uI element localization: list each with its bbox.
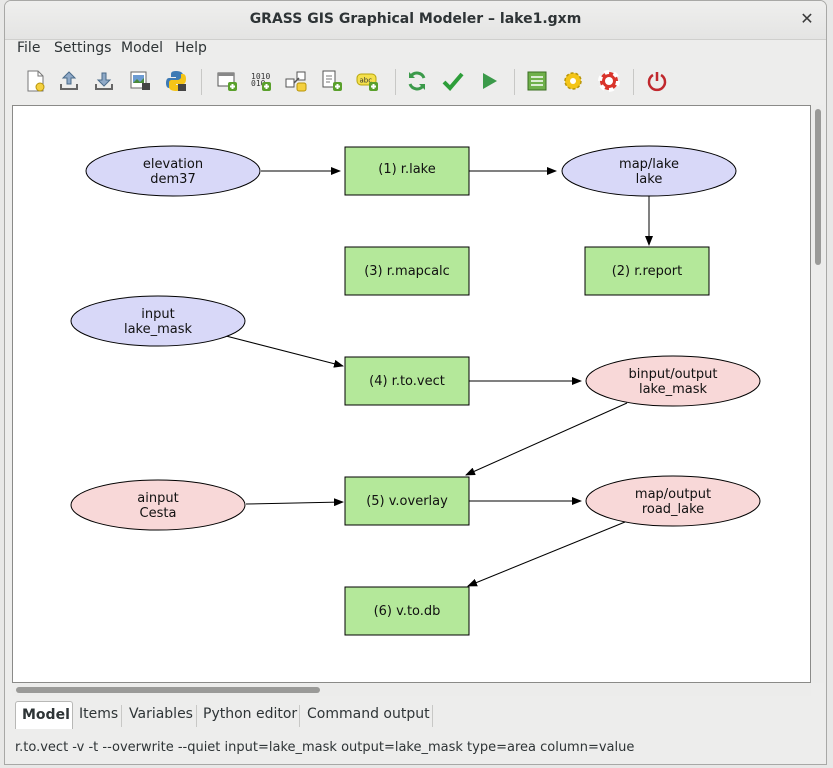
add-data-button[interactable]: 1010 010 <box>247 67 275 95</box>
data-map-lake[interactable]: map/lake lake <box>561 145 737 197</box>
action-r-lake-label: (1) r.lake <box>378 162 435 177</box>
action-r-to-vect-label: (4) r.to.vect <box>369 374 445 389</box>
data-map-lake-name: map/lake <box>619 157 679 172</box>
menu-settings[interactable]: Settings <box>54 40 111 56</box>
modeler-window: GRASS GIS Graphical Modeler – lake1.gxm … <box>4 0 827 765</box>
settings-icon <box>564 72 582 90</box>
horizontal-scrollbar[interactable] <box>12 684 811 696</box>
load-model-button[interactable] <box>55 67 83 95</box>
data-elevation-value: dem37 <box>150 172 195 187</box>
notebook-tabs: Model Items Variables Python editor Comm… <box>15 701 815 731</box>
data-input-name: input <box>141 307 174 322</box>
add-comment-button[interactable]: abc <box>354 67 382 95</box>
menu-file[interactable]: File <box>17 40 40 56</box>
variables-button[interactable] <box>523 67 551 95</box>
data-map-output-name: map/output <box>635 487 711 502</box>
window-title: GRASS GIS Graphical Modeler – lake1.gxm <box>249 11 582 27</box>
relation-mapoutput-vtodb[interactable] <box>467 521 626 587</box>
close-window-button[interactable]: ✕ <box>798 10 816 28</box>
variables-icon <box>527 71 547 91</box>
action-r-mapcalc-label: (3) r.mapcalc <box>364 264 450 279</box>
data-ainput[interactable]: ainput Cesta <box>70 479 246 531</box>
data-elevation-name: elevation <box>143 157 203 172</box>
menu-bar: File Settings Model Help <box>5 39 826 61</box>
status-text: r.to.vect -v -t --overwrite --quiet inpu… <box>15 740 635 755</box>
help-icon <box>598 70 620 92</box>
export-image-button[interactable] <box>126 67 154 95</box>
new-model-button[interactable] <box>21 67 49 95</box>
action-r-report[interactable]: (2) r.report <box>584 246 710 296</box>
settings-button[interactable] <box>559 67 587 95</box>
data-map-output[interactable]: map/output road_lake <box>585 475 761 527</box>
data-input[interactable]: input lake_mask <box>70 295 246 347</box>
add-data-icon: 1010010 <box>251 72 271 91</box>
action-r-mapcalc[interactable]: (3) r.mapcalc <box>344 246 470 296</box>
add-command-icon <box>217 72 237 91</box>
vertical-scroll-thumb[interactable] <box>815 109 821 265</box>
model-canvas[interactable]: elevation dem37 map/lake lake input lake… <box>12 105 811 683</box>
tab-model[interactable]: Model <box>15 701 73 729</box>
run-icon <box>483 73 497 89</box>
validate-icon <box>442 72 464 91</box>
data-ainput-name: ainput <box>137 491 178 506</box>
action-r-report-label: (2) r.report <box>612 264 683 279</box>
add-command-button[interactable] <box>213 67 241 95</box>
model-diagram: elevation dem37 map/lake lake input lake… <box>70 145 761 636</box>
status-bar: r.to.vect -v -t --overwrite --quiet inpu… <box>5 735 826 763</box>
quit-button[interactable] <box>643 67 671 95</box>
add-relation-button[interactable] <box>282 67 310 95</box>
menu-help[interactable]: Help <box>175 40 207 56</box>
validate-button[interactable] <box>439 67 467 95</box>
tab-variables[interactable]: Variables <box>129 701 193 729</box>
redraw-button[interactable] <box>403 67 431 95</box>
data-input-value: lake_mask <box>124 322 193 337</box>
toolbar: 1010 010 abc <box>5 63 826 101</box>
redraw-icon <box>408 71 426 91</box>
new-model-icon <box>27 70 45 92</box>
data-binput-output-name: binput/output <box>629 367 718 382</box>
add-loop-icon <box>322 70 342 91</box>
run-button[interactable] <box>475 67 503 95</box>
title-bar: GRASS GIS Graphical Modeler – lake1.gxm … <box>5 1 826 40</box>
data-elevation[interactable]: elevation dem37 <box>85 145 261 197</box>
data-binput-output-value: lake_mask <box>639 382 708 397</box>
export-python-icon <box>166 71 186 91</box>
tab-python-editor[interactable]: Python editor <box>203 701 297 729</box>
export-python-button[interactable] <box>162 67 190 95</box>
action-v-to-db-label: (6) v.to.db <box>374 604 441 619</box>
data-map-output-value: road_lake <box>642 502 704 517</box>
horizontal-scroll-thumb[interactable] <box>16 687 320 693</box>
add-comment-icon: abc <box>356 73 378 91</box>
action-v-overlay[interactable]: (5) v.overlay <box>344 476 470 526</box>
export-image-icon <box>130 71 150 90</box>
data-binput-output[interactable]: binput/output lake_mask <box>585 355 761 407</box>
data-map-lake-value: lake <box>636 172 663 187</box>
add-relation-icon <box>285 71 307 92</box>
menu-model[interactable]: Model <box>121 40 163 56</box>
vertical-scrollbar[interactable] <box>812 105 824 683</box>
help-button[interactable] <box>595 67 623 95</box>
relation-ainput-voverlay[interactable] <box>245 498 344 507</box>
relation-binput-voverlay[interactable] <box>465 402 628 476</box>
action-v-overlay-label: (5) v.overlay <box>366 494 448 509</box>
tab-command-output[interactable]: Command output <box>307 701 430 729</box>
action-r-lake[interactable]: (1) r.lake <box>344 146 470 196</box>
quit-icon <box>647 72 667 92</box>
save-model-button[interactable] <box>90 67 118 95</box>
relation-input-rtovect[interactable] <box>225 335 344 368</box>
data-ainput-value: Cesta <box>140 506 177 521</box>
save-model-icon <box>95 72 113 90</box>
add-loop-button[interactable] <box>318 67 346 95</box>
tab-items[interactable]: Items <box>79 701 118 729</box>
action-r-to-vect[interactable]: (4) r.to.vect <box>344 356 470 406</box>
load-model-icon <box>60 71 78 90</box>
action-v-to-db[interactable]: (6) v.to.db <box>344 586 470 636</box>
